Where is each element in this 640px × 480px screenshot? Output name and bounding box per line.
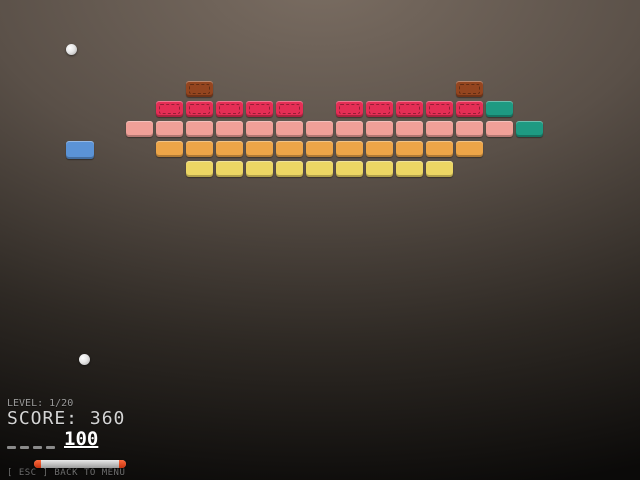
brick-brown [186, 81, 213, 97]
brick-red [456, 101, 483, 117]
brick-pink [156, 121, 183, 137]
brick-orange [216, 141, 243, 157]
brick-red [276, 101, 303, 117]
brick-orange [156, 141, 183, 157]
brick-orange [336, 141, 363, 157]
brick-pink [126, 121, 153, 137]
brick-teal [486, 101, 513, 117]
brick-red [216, 101, 243, 117]
game-playfield[interactable]: LEVEL: 1/20 SCORE: 360 100 [ ESC ] BACK … [0, 0, 640, 480]
brick-red [246, 101, 273, 117]
lives-indicator [7, 434, 59, 453]
brick-pink [186, 121, 213, 137]
brick-yellow [426, 161, 453, 177]
brick-yellow [276, 161, 303, 177]
brick-pink [216, 121, 243, 137]
ball [66, 44, 77, 55]
brick-orange [366, 141, 393, 157]
brick-pink [276, 121, 303, 137]
brick-red [186, 101, 213, 117]
brick-yellow [336, 161, 363, 177]
life-marker [33, 446, 42, 449]
brick-yellow [186, 161, 213, 177]
esc-back-to-menu-hint[interactable]: [ ESC ] BACK TO MENU [7, 468, 125, 478]
brick-orange [426, 141, 453, 157]
brick-red [366, 101, 393, 117]
paddle[interactable] [34, 460, 126, 468]
brick-orange [276, 141, 303, 157]
brick-orange [246, 141, 273, 157]
life-marker [20, 446, 29, 449]
brick-pink [336, 121, 363, 137]
brick-blue [66, 141, 94, 159]
brick-pink [246, 121, 273, 137]
brick-yellow [306, 161, 333, 177]
paddle-left-cap [34, 460, 41, 468]
brick-red [336, 101, 363, 117]
brick-yellow [366, 161, 393, 177]
brick-pink [396, 121, 423, 137]
brick-orange [186, 141, 213, 157]
power-counter: 100 [64, 428, 99, 450]
brick-yellow [246, 161, 273, 177]
brick-orange [456, 141, 483, 157]
brick-orange [306, 141, 333, 157]
brick-teal [516, 121, 543, 137]
brick-pink [366, 121, 393, 137]
brick-red [396, 101, 423, 117]
brick-orange [396, 141, 423, 157]
brick-pink [456, 121, 483, 137]
brick-brown [456, 81, 483, 97]
ball [79, 354, 90, 365]
life-marker [7, 446, 16, 449]
brick-red [156, 101, 183, 117]
brick-pink [426, 121, 453, 137]
brick-yellow [396, 161, 423, 177]
brick-pink [486, 121, 513, 137]
brick-pink [306, 121, 333, 137]
brick-yellow [216, 161, 243, 177]
score-display: SCORE: 360 [7, 408, 126, 429]
paddle-right-cap [119, 460, 126, 468]
brick-red [426, 101, 453, 117]
life-marker [46, 446, 55, 449]
